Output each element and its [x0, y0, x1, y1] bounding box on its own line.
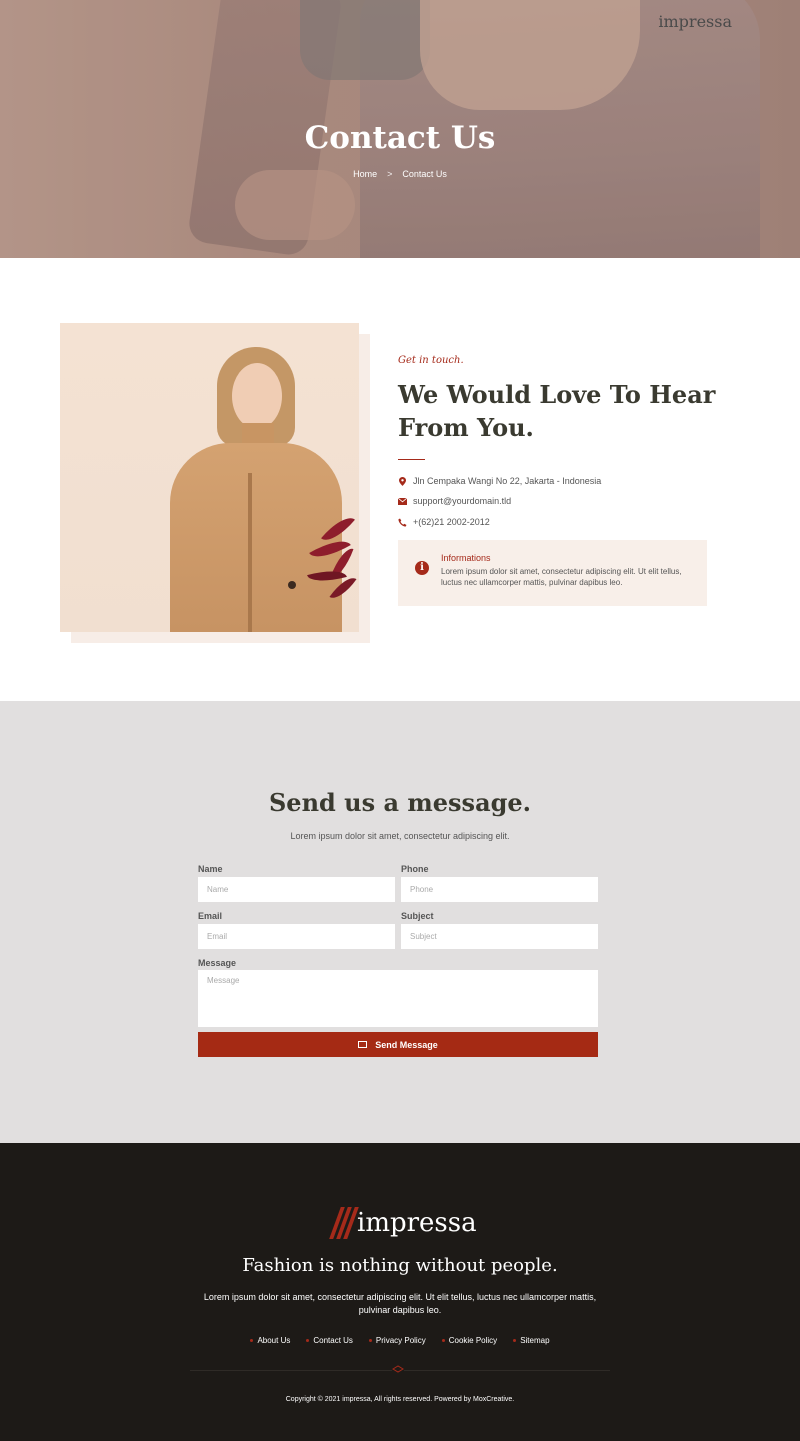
bullet-icon	[306, 1339, 310, 1342]
send-message-label: Send Message	[375, 1039, 438, 1050]
contact-heading: We Would Love To Hear From You.	[398, 380, 716, 442]
message-field[interactable]	[198, 970, 598, 1027]
message-section	[0, 701, 800, 1143]
map-pin-icon	[398, 476, 407, 486]
envelope-icon	[358, 1041, 368, 1048]
heading-divider	[398, 459, 425, 460]
photo-coat-button	[288, 581, 296, 589]
send-message-button[interactable]: Send Message	[198, 1032, 598, 1057]
footer-logo[interactable]: impressa	[329, 1207, 477, 1239]
form-title: Send us a message.	[268, 788, 532, 817]
breadcrumb-current: Contact Us	[402, 169, 447, 179]
footer-link-label: Contact Us	[313, 1336, 353, 1345]
footer-link-label: Cookie Policy	[448, 1336, 498, 1345]
header-logo[interactable]: impressa	[641, 12, 732, 31]
info-icon: i	[415, 561, 429, 575]
footer-nav: About Us Contact Us Privacy Policy Cooki…	[0, 1336, 800, 1345]
email-field[interactable]	[198, 924, 395, 949]
phone-icon	[398, 518, 407, 527]
subject-label: Subject	[401, 911, 434, 921]
information-box: i Informations Lorem ipsum dolor sit ame…	[398, 540, 707, 606]
breadcrumb: Home > Contact Us	[0, 169, 800, 179]
message-label: Message	[198, 958, 237, 968]
bullet-icon	[250, 1339, 254, 1342]
footer-brand-name: impressa	[357, 1208, 477, 1238]
phone-field[interactable]	[401, 877, 598, 902]
breadcrumb-home-link[interactable]: Home	[353, 169, 377, 179]
phone-link[interactable]: +(62)21 2002-2012	[413, 517, 490, 527]
photo-coat-seam	[248, 473, 252, 632]
email-label: Email	[198, 911, 223, 921]
footer-text: Lorem ipsum dolor sit amet, consectetur …	[203, 1292, 597, 1315]
information-text: Lorem ipsum dolor sit amet, consectetur …	[441, 567, 682, 587]
name-label: Name	[198, 864, 223, 874]
address-text: Jln Cempaka Wangi No 22, Jakarta - Indon…	[413, 476, 602, 486]
address-row: Jln Cempaka Wangi No 22, Jakarta - Indon…	[398, 476, 601, 486]
envelope-icon	[398, 497, 407, 506]
footer-link-about[interactable]: About Us	[250, 1336, 290, 1345]
phone-row: +(62)21 2002-2012	[398, 517, 490, 527]
name-field[interactable]	[198, 877, 395, 902]
footer-link-label: About Us	[257, 1336, 291, 1345]
information-title: Informations	[441, 553, 491, 563]
subject-field[interactable]	[401, 924, 598, 949]
footer-link-sitemap[interactable]: Sitemap	[513, 1336, 550, 1345]
brand-name: impressa	[658, 12, 732, 31]
form-subtitle: Lorem ipsum dolor sit amet, consectetur …	[290, 831, 510, 841]
email-row: support@yourdomain.tld	[398, 496, 511, 506]
footer-link-label: Privacy Policy	[375, 1336, 426, 1345]
plant-image	[300, 510, 360, 632]
email-link[interactable]: support@yourdomain.tld	[413, 496, 511, 506]
footer-tagline: Fashion is nothing without people.	[242, 1255, 558, 1276]
contact-eyebrow: Get in touch.	[398, 355, 464, 366]
phone-label: Phone	[401, 864, 429, 874]
bullet-icon	[513, 1339, 517, 1342]
bullet-icon	[368, 1339, 372, 1342]
copyright-text: Copyright © 2021 impressa, All rights re…	[285, 1396, 515, 1403]
footer-link-contact[interactable]: Contact Us	[306, 1336, 353, 1345]
photo-face	[232, 363, 282, 429]
diamond-icon	[392, 1365, 404, 1375]
footer-link-label: Sitemap	[520, 1336, 550, 1345]
bullet-icon	[441, 1339, 445, 1342]
page-title: Contact Us	[304, 120, 496, 156]
footer-link-privacy[interactable]: Privacy Policy	[368, 1336, 426, 1345]
chevron-right-icon: >	[387, 169, 393, 179]
footer-link-cookie[interactable]: Cookie Policy	[441, 1336, 498, 1345]
